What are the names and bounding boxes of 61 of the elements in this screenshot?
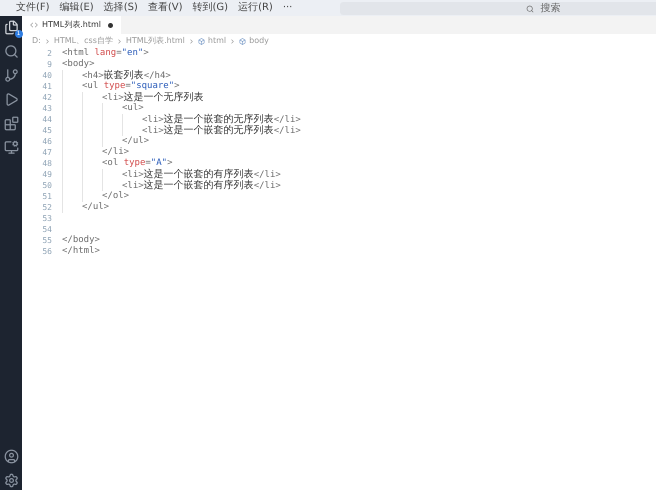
html-file-icon bbox=[30, 21, 38, 29]
menu-item[interactable]: 编辑(E) bbox=[60, 3, 94, 13]
line-number: 43 bbox=[41, 103, 52, 114]
extensions-icon[interactable] bbox=[4, 116, 18, 131]
search-icon bbox=[526, 4, 534, 12]
code-line: <li>这是一个嵌套的有序列表</li> bbox=[122, 180, 281, 191]
line-number: 44 bbox=[41, 114, 52, 125]
code-line: <html lang="en"> bbox=[62, 48, 149, 59]
run-debug-icon[interactable] bbox=[4, 92, 18, 107]
line-number: 2 bbox=[46, 48, 52, 59]
code-line: <li>这是一个嵌套的无序列表</li> bbox=[142, 125, 301, 136]
line-number: 48 bbox=[41, 158, 52, 169]
source-control-icon[interactable] bbox=[4, 68, 18, 83]
code-line: <li>这是一个无序列表 bbox=[102, 92, 204, 103]
code-line: </li> bbox=[102, 147, 130, 158]
element-icon bbox=[198, 38, 205, 44]
explorer-icon[interactable] bbox=[4, 20, 18, 35]
line-number: 47 bbox=[41, 147, 52, 158]
editor-tab[interactable]: HTML列表.html bbox=[22, 16, 122, 34]
line-number: 42 bbox=[41, 92, 52, 103]
code-line: </ul> bbox=[82, 202, 110, 213]
chevron-icon bbox=[44, 38, 51, 44]
chevron-icon bbox=[188, 38, 195, 44]
line-number: 46 bbox=[41, 136, 52, 147]
code-line: <ol type="A"> bbox=[102, 158, 172, 168]
settings-icon[interactable] bbox=[4, 473, 18, 488]
code-line: <h4>嵌套列表</h4> bbox=[82, 70, 171, 81]
code-line: <ul type="square"> bbox=[82, 81, 180, 92]
account-icon[interactable] bbox=[4, 449, 18, 464]
line-number: 52 bbox=[41, 202, 52, 213]
line-number: 49 bbox=[41, 169, 52, 180]
line-number: 41 bbox=[41, 81, 52, 92]
remote-explorer-icon[interactable] bbox=[4, 140, 18, 155]
menu-item[interactable]: 查看(V) bbox=[148, 3, 182, 13]
menu-item[interactable]: 运行(R) bbox=[238, 3, 273, 13]
code-line: </html> bbox=[62, 246, 100, 257]
chevron-icon bbox=[116, 38, 123, 44]
code-line: <li>这是一个嵌套的无序列表</li> bbox=[142, 114, 301, 125]
line-number: 45 bbox=[41, 125, 52, 136]
menu-item[interactable]: ··· bbox=[282, 3, 292, 13]
line-number: 9 bbox=[46, 59, 52, 70]
menu-item[interactable]: 选择(S) bbox=[104, 3, 138, 13]
line-number: 55 bbox=[41, 235, 52, 246]
chevron-icon bbox=[229, 38, 236, 44]
search-field[interactable]: 搜索 bbox=[340, 2, 656, 14]
line-number: 54 bbox=[41, 224, 52, 235]
code-line: <body> bbox=[62, 59, 95, 70]
code-line: </ol> bbox=[102, 191, 130, 202]
code-line: </body> bbox=[62, 235, 100, 246]
menu-item[interactable]: 转到(G) bbox=[192, 3, 228, 13]
menu-item[interactable]: 文件(F) bbox=[16, 3, 50, 13]
line-number: 51 bbox=[41, 191, 52, 202]
search-icon[interactable] bbox=[4, 44, 18, 59]
element-icon bbox=[239, 38, 246, 44]
line-number: 50 bbox=[41, 180, 52, 191]
line-number: 40 bbox=[41, 70, 52, 81]
line-number: 56 bbox=[41, 246, 52, 257]
line-number: 53 bbox=[41, 213, 52, 224]
code-line: <ul> bbox=[122, 103, 144, 114]
code-line: <li>这是一个嵌套的有序列表</li> bbox=[122, 169, 281, 180]
code-line: </ul> bbox=[122, 136, 150, 147]
